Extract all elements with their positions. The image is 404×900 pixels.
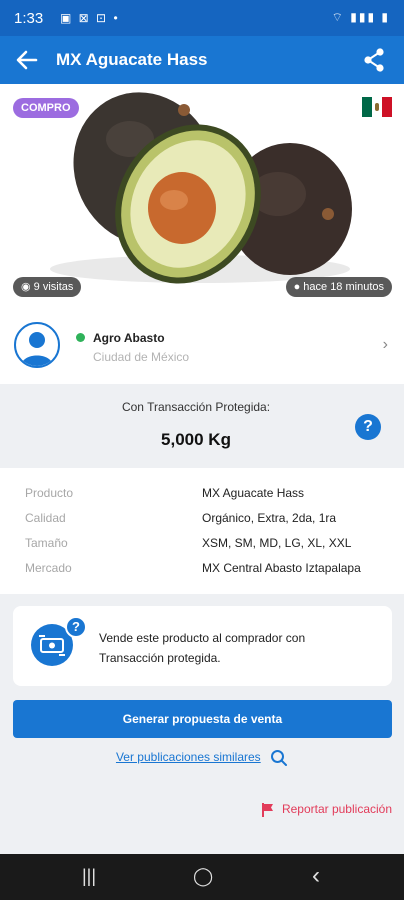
seller-row[interactable]: Agro Abasto Ciudad de México ›	[0, 306, 404, 384]
clock-icon: ●	[293, 281, 301, 293]
status-bar: 1:33 ▣ ⊠ ⊡ • ⌔ ▮▮▮ ▮	[0, 0, 404, 36]
detail-key: Calidad	[25, 511, 66, 525]
transaction-summary: Con Transacción Protegida: 5,000 Kg ?	[0, 384, 404, 468]
product-details: Producto MX Aguacate Hass Calidad Orgáni…	[0, 468, 404, 594]
report-label[interactable]: Reportar publicación	[282, 802, 392, 816]
share-icon[interactable]	[360, 46, 388, 74]
views-count: 9 visitas	[33, 281, 74, 293]
mexico-flag-icon	[362, 97, 392, 117]
transaction-label: Con Transacción Protegida:	[121, 400, 271, 414]
detail-key: Producto	[25, 486, 74, 500]
detail-row: Calidad Orgánico, Extra, 2da, 1ra	[0, 511, 404, 536]
detail-value: Orgánico, Extra, 2da, 1ra	[202, 511, 337, 525]
back-nav-icon[interactable]: ‹	[312, 862, 320, 890]
detail-row: Tamaño XSM, SM, MD, LG, XL, XXL	[0, 536, 404, 561]
detail-row: Producto MX Aguacate Hass	[0, 486, 404, 511]
home-icon[interactable]: ◯	[193, 866, 213, 887]
seller-avatar	[14, 322, 60, 368]
similar-listings-label[interactable]: Ver publicaciones similares	[116, 750, 261, 764]
page-title: MX Aguacate Hass	[56, 50, 208, 69]
generate-proposal-button[interactable]: Generar propuesta de venta	[13, 700, 392, 738]
recent-apps-icon[interactable]: |||	[82, 866, 96, 887]
app-bar: MX Aguacate Hass	[0, 36, 404, 84]
listing-type-badge: COMPRO	[13, 98, 79, 118]
detail-value: MX Aguacate Hass	[202, 486, 305, 500]
seller-location: Ciudad de México	[93, 350, 190, 364]
info-card-text: Vende este producto al comprador con Tra…	[99, 631, 306, 665]
product-image[interactable]: COMPRO ◉ 9 visitas ● hace 18 minutos	[0, 84, 404, 306]
eye-icon: ◉	[21, 281, 31, 293]
similar-listings-link[interactable]: Ver publicaciones similares	[0, 749, 404, 767]
back-arrow-icon[interactable]	[12, 46, 42, 74]
search-icon[interactable]	[270, 749, 288, 767]
detail-row: Mercado MX Central Abasto Iztapalapa	[0, 561, 404, 586]
detail-key: Tamaño	[25, 536, 68, 550]
flag-icon	[260, 802, 276, 818]
posted-time-badge: ● hace 18 minutos	[285, 277, 392, 297]
help-icon[interactable]: ?	[65, 616, 87, 638]
detail-value: MX Central Abasto Iztapalapa	[202, 561, 361, 575]
signal-battery-icons: ⌔ ▮▮▮ ▮	[331, 10, 390, 24]
views-badge: ◉ 9 visitas	[13, 277, 82, 297]
detail-key: Mercado	[25, 561, 72, 575]
seller-name: Agro Abasto	[93, 331, 165, 345]
chevron-right-icon: ›	[382, 336, 388, 353]
status-time: 1:33	[14, 10, 44, 27]
report-link[interactable]: Reportar publicación	[260, 802, 392, 818]
help-icon[interactable]: ?	[355, 414, 381, 440]
protected-transaction-card: ? Vende este producto al comprador con T…	[13, 606, 392, 686]
posted-time: hace 18 minutos	[303, 281, 384, 293]
quantity-value: 5,000 Kg	[161, 430, 231, 449]
notification-icons: ▣ ⊠ ⊡ •	[60, 11, 120, 25]
online-status-dot	[76, 333, 85, 342]
detail-value: XSM, SM, MD, LG, XL, XXL	[202, 536, 352, 550]
system-nav-bar: ||| ◯ ‹	[0, 854, 404, 900]
